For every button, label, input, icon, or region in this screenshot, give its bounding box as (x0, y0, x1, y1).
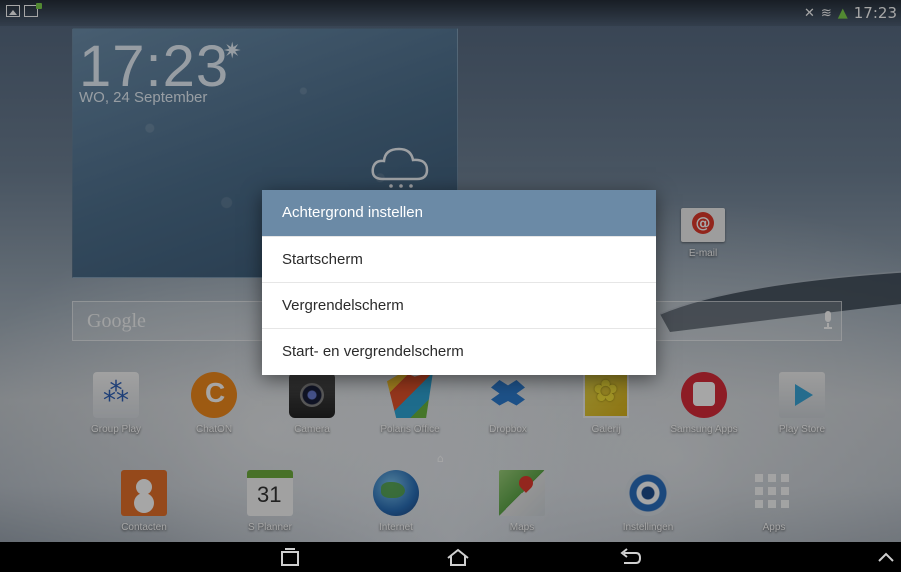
option-home-and-lock-screen[interactable]: Start- en vergrendelscherm (262, 328, 656, 374)
home-screen: ✕ ≋ ▲ 17:23 17:23 ✷ WO, 24 September E-m… (0, 0, 901, 572)
home-button[interactable] (438, 546, 478, 568)
recent-apps-icon (281, 548, 299, 566)
chevron-up-button[interactable] (866, 546, 901, 568)
home-icon (447, 548, 469, 566)
option-home-screen[interactable]: Startscherm (262, 236, 656, 282)
back-icon (620, 548, 642, 564)
chevron-up-icon (878, 552, 894, 562)
option-lock-screen[interactable]: Vergrendelscherm (262, 282, 656, 328)
set-wallpaper-dialog: Achtergrond instellen Startscherm Vergre… (262, 190, 656, 375)
recent-apps-button[interactable] (270, 546, 310, 568)
dialog-title: Achtergrond instellen (262, 190, 656, 236)
navigation-bar (0, 542, 901, 572)
back-button[interactable] (610, 546, 650, 568)
